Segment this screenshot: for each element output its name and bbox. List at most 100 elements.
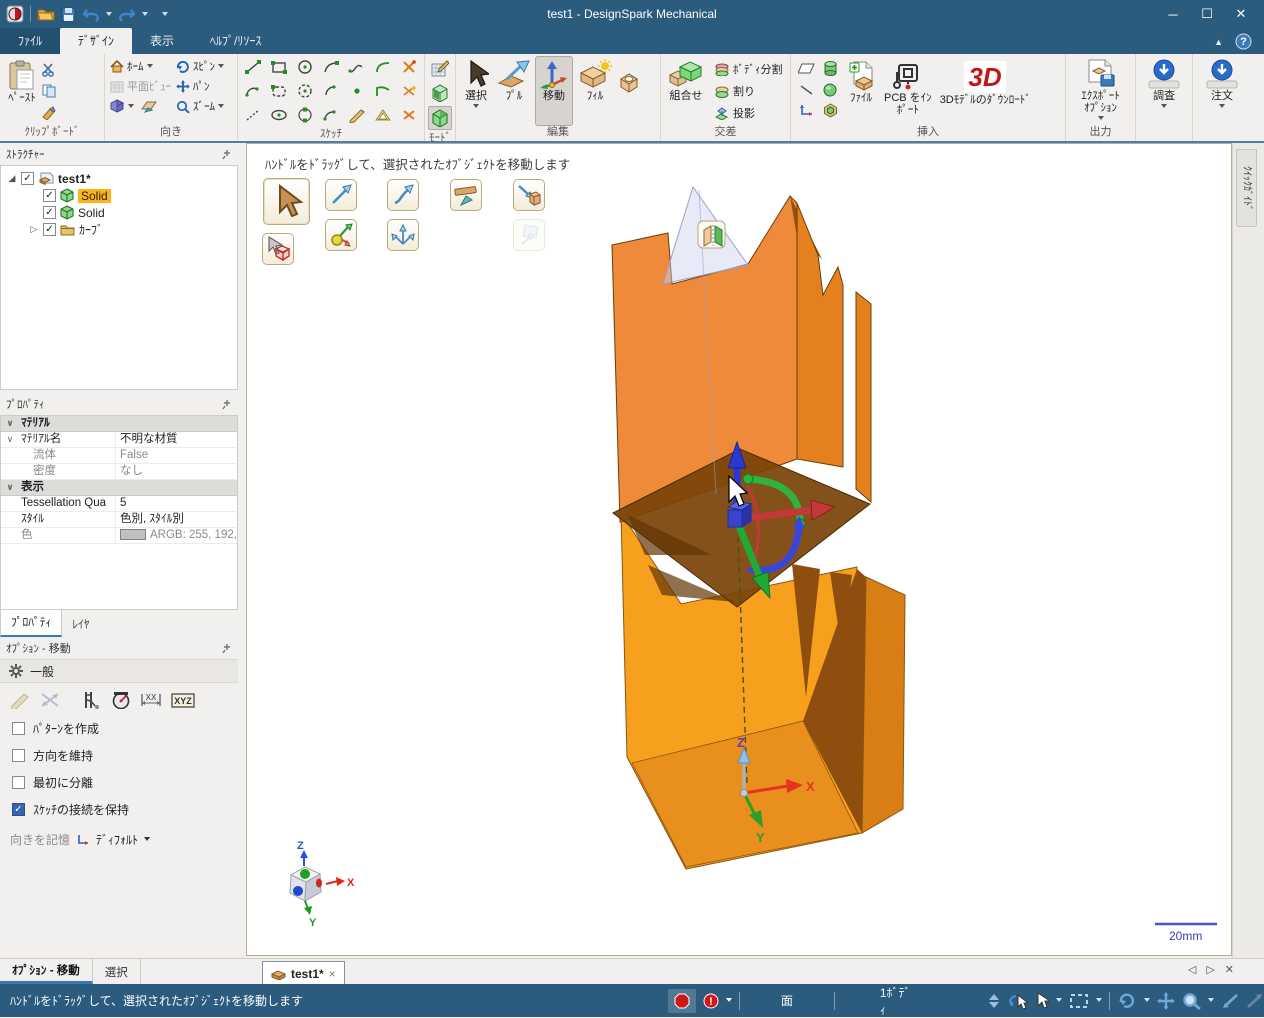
insert-line-icon[interactable] [799, 84, 814, 96]
tree-row-curves[interactable]: ▷ ✓ ｶｰﾌﾞ [1, 221, 237, 238]
tab-layers[interactable]: ﾚｲﾔ [62, 612, 99, 637]
plane-flip-handle[interactable] [698, 221, 725, 248]
zoom-extents-icon[interactable] [1221, 993, 1239, 1009]
orientation-dropdown[interactable] [144, 837, 150, 844]
maximize-button[interactable]: ☐ [1192, 3, 1222, 25]
sketch-polygon-icon[interactable] [296, 107, 314, 123]
minimize-button[interactable]: ─ [1158, 3, 1188, 25]
insert-plane-icon[interactable] [798, 62, 815, 75]
bottom-tab-select[interactable]: 選択 [93, 959, 141, 984]
copy-icon[interactable] [41, 83, 57, 98]
prop-tessellation[interactable]: Tessellation Qua5 [1, 496, 237, 512]
split-body-button[interactable]: ﾎﾞﾃﾞｨ分割 [712, 59, 785, 79]
option-keep-sketch-connection[interactable]: ✓ ｽｹｯﾁの接続を保持 [0, 796, 238, 823]
tab-properties[interactable]: ﾌﾟﾛﾊﾟﾃｨ [0, 609, 62, 637]
tree-row-solid-2[interactable]: ✓ Solid [1, 204, 237, 221]
paste-button[interactable]: ﾍﾟｰｽﾄ [3, 56, 41, 126]
expander-expanded-icon[interactable]: ◢ [7, 173, 17, 184]
curves-checkbox[interactable]: ✓ [43, 223, 56, 236]
bottom-tab-options[interactable]: ｵﾌﾟｼｮﾝ - 移動 [0, 959, 93, 984]
undo-selection-icon[interactable] [1006, 992, 1028, 1010]
tab-close-icon[interactable]: ✕ [1225, 963, 1234, 976]
redo-dropdown[interactable] [142, 12, 148, 19]
tab-design[interactable]: ﾃﾞｻﾞｲﾝ [60, 28, 132, 54]
pin-icon[interactable] [222, 149, 232, 160]
sketch-point-icon[interactable] [348, 83, 366, 99]
remember-orientation-row[interactable]: 向きを記憶 ﾃﾞｨﾌｫﾙﾄ [0, 823, 238, 848]
lower-box-right-face[interactable] [862, 577, 905, 833]
qat-customize-dropdown[interactable] [162, 12, 168, 19]
insert-cylinder-icon[interactable] [824, 61, 837, 76]
plan-view-button[interactable]: 平面ﾋﾞｭｰ [108, 76, 174, 96]
pin-icon[interactable] [222, 399, 232, 410]
option-detach-first[interactable]: 最初に分離 [0, 769, 238, 796]
tree-row-solid-1[interactable]: ✓ Solid [1, 187, 237, 204]
viewport-canvas[interactable]: ﾊﾝﾄﾞﾙをﾄﾞﾗｯｸﾞして、選択されたｵﾌﾞｼﾞｪｸﾄを移動します [246, 143, 1232, 956]
tree-row-root[interactable]: ◢ ✓ test1* [1, 170, 237, 187]
section-display[interactable]: ∨表示 [1, 480, 237, 496]
select-dropdown[interactable] [1056, 998, 1062, 1005]
checkbox[interactable] [12, 749, 25, 762]
spinner-control[interactable] [989, 994, 999, 1008]
format-painter-icon[interactable] [41, 105, 57, 120]
sketch-offset-icon[interactable] [374, 107, 392, 123]
insert-shell-icon[interactable] [823, 103, 838, 118]
prop-style[interactable]: ｽﾀｲﾙ色別, ｽﾀｲﾙ別 [1, 512, 237, 528]
view-dropdown[interactable] [128, 104, 134, 111]
undo-dropdown[interactable] [106, 12, 112, 19]
box-select-icon[interactable] [1069, 993, 1089, 1009]
solid1-checkbox[interactable]: ✓ [43, 189, 56, 202]
prop-fluid[interactable]: 流体False [1, 448, 237, 464]
select-tool-button[interactable]: 選択 [459, 56, 493, 126]
move-grid-tool-icon[interactable] [39, 691, 61, 709]
tab-scroll-left-icon[interactable]: ◁ [1188, 963, 1196, 976]
sketch-rounded-rectangle-icon[interactable] [270, 83, 288, 99]
insert-file-button[interactable]: ﾌｧｲﾙ [842, 56, 880, 126]
color-swatch[interactable] [120, 529, 146, 540]
sketch-mode-button[interactable] [428, 56, 452, 80]
zoom-icon[interactable] [1182, 992, 1201, 1010]
tab-display[interactable]: 表示 [132, 28, 192, 54]
zoom-dropdown[interactable] [1208, 998, 1214, 1005]
prop-density[interactable]: 密度なし [1, 464, 237, 480]
sketch-trim-icon[interactable] [400, 59, 418, 75]
tab-scroll-right-icon[interactable]: ▷ [1206, 963, 1214, 976]
spin-button[interactable]: ｽﾋﾟﾝ [174, 56, 226, 76]
pull-tool-button[interactable]: ﾌﾟﾙ [493, 56, 535, 126]
sketch-3pt-arc-icon[interactable] [244, 83, 262, 99]
select-cursor-icon[interactable] [1035, 992, 1049, 1009]
view-cube[interactable]: Z X Y [290, 840, 355, 929]
stop-recording-button[interactable] [668, 989, 696, 1013]
close-button[interactable]: ✕ [1226, 3, 1256, 25]
combine-button[interactable]: 組合せ [664, 56, 708, 126]
document-tab[interactable]: test1* × [262, 961, 345, 985]
export-options-button[interactable]: ｴｸｽﾎﾟｰﾄｵﾌﾟｼｮﾝ [1077, 56, 1124, 126]
project-button[interactable]: 投影 [712, 103, 785, 123]
sketch-arc-icon[interactable] [322, 83, 340, 99]
help-icon[interactable]: ? [1235, 33, 1252, 50]
gizmo-center-handle[interactable] [728, 510, 742, 527]
open-file-button[interactable] [37, 7, 55, 21]
insert-sphere-icon[interactable] [823, 83, 837, 97]
zoom-button[interactable]: ｽﾞｰﾑ [174, 96, 226, 116]
pin-icon[interactable] [222, 643, 232, 654]
sketch-split-curve-icon[interactable] [400, 107, 418, 123]
ruler-tool-icon[interactable] [10, 691, 30, 709]
pan-button[interactable]: ﾊﾟﾝ [174, 76, 212, 96]
sketch-equation-icon[interactable] [348, 107, 366, 123]
move-tool-button[interactable]: 移動 [535, 56, 573, 126]
insert-axis-icon[interactable] [799, 104, 814, 117]
protractor-tool-icon[interactable] [111, 691, 131, 709]
pan-icon[interactable] [1157, 992, 1175, 1010]
sketch-rectangle-icon[interactable] [270, 59, 288, 75]
order-button[interactable]: 注文 [1201, 56, 1243, 126]
undo-button[interactable] [82, 6, 100, 22]
tab-help[interactable]: ﾍﾙﾌﾟ/ﾘｿｰｽ [192, 28, 279, 54]
quick-guide-tab[interactable]: ｸｲｯｸｶﾞｲﾄﾞ [1236, 149, 1257, 227]
sketch-bend-icon[interactable] [374, 83, 392, 99]
sketch-construction-line-icon[interactable] [244, 107, 262, 123]
error-indicator-button[interactable]: ! [703, 993, 719, 1009]
investigate-button[interactable]: 調査 [1143, 56, 1185, 126]
prop-color[interactable]: 色 ARGB: 255, 192, 192 [1, 528, 237, 544]
section-material[interactable]: ∨ﾏﾃﾘｱﾙ [1, 416, 237, 432]
